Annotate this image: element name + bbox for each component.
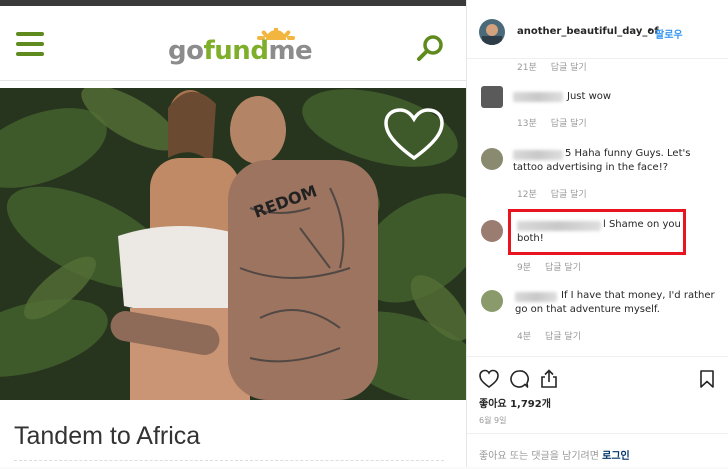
campaign-title: Tandem to Africa <box>14 422 201 450</box>
gofundme-logo[interactable]: gofundme <box>168 28 318 70</box>
comment-meta: 12분 답글 달기 <box>517 187 587 200</box>
comment-text: 5 Haha funny Guys. Let's tattoo advertis… <box>513 148 691 173</box>
reply-button[interactable]: 답글 달기 <box>545 263 581 273</box>
post-actions: 좋아요 1,792개 6월 9일 좋아요 또는 댓글을 남기려면 로그인 <box>467 356 728 468</box>
reply-button[interactable]: 답글 달기 <box>545 332 581 342</box>
comment-text: Just wow <box>567 91 612 102</box>
post-date: 6월 9일 <box>479 416 507 425</box>
reply-button[interactable]: 답글 달기 <box>551 190 587 200</box>
like-icon[interactable] <box>479 369 499 389</box>
blurred-username <box>513 92 563 102</box>
menu-icon[interactable] <box>16 32 44 56</box>
separator-dot: • <box>647 25 653 36</box>
heart-icon[interactable] <box>384 108 444 162</box>
avatar[interactable] <box>479 19 505 45</box>
avatar[interactable] <box>481 290 503 312</box>
instagram-panel: another_beautiful_day_of • 팔로우 21분 답글 달기 … <box>466 0 728 467</box>
login-prompt: 좋아요 또는 댓글을 남기려면 로그인 <box>479 447 630 462</box>
post-header: another_beautiful_day_of • 팔로우 <box>467 0 728 59</box>
bookmark-icon[interactable] <box>697 369 717 389</box>
comment-icon[interactable] <box>509 369 529 389</box>
highlight-box <box>508 209 686 255</box>
logo-text: gofundme <box>168 36 313 66</box>
comment-time: 13분 <box>517 119 537 129</box>
divider <box>14 460 444 461</box>
comment-time: 9분 <box>517 263 532 273</box>
share-icon[interactable] <box>539 369 559 389</box>
comment-meta: 9분 답글 달기 <box>517 260 581 273</box>
login-prompt-row: 좋아요 또는 댓글을 남기려면 로그인 <box>467 433 728 469</box>
comment-meta: 13분 답글 달기 <box>517 116 587 129</box>
reply-button[interactable]: 답글 달기 <box>551 119 587 129</box>
reply-button[interactable]: 답글 달기 <box>551 63 587 73</box>
comment-meta: 21분 답글 달기 <box>517 60 587 73</box>
search-icon[interactable] <box>416 34 444 62</box>
comments-list: 21분 답글 달기 Just wow 13분 답글 달기 5 Haha funny … <box>467 58 728 356</box>
comment-time: 4분 <box>517 332 532 342</box>
avatar[interactable] <box>481 148 503 170</box>
comment-time: 12분 <box>517 190 537 200</box>
username[interactable]: another_beautiful_day_of <box>517 26 659 37</box>
follow-button[interactable]: 팔로우 <box>655 26 683 41</box>
avatar[interactable] <box>481 86 503 108</box>
gofundme-page: gofundme REDOM Tandem to Africa <box>0 0 466 467</box>
login-link[interactable]: 로그인 <box>602 451 630 462</box>
campaign-photo: REDOM <box>0 88 466 400</box>
comment-time: 21분 <box>517 63 537 73</box>
comment-meta: 4분 답글 달기 <box>517 329 581 342</box>
gofundme-header: gofundme <box>0 6 466 81</box>
avatar[interactable] <box>481 220 503 242</box>
login-prompt-text: 좋아요 또는 댓글을 남기려면 <box>479 451 599 462</box>
comment-text: If I have that money, I'd rather go on t… <box>515 290 715 315</box>
like-count[interactable]: 좋아요 1,792개 <box>479 395 551 410</box>
